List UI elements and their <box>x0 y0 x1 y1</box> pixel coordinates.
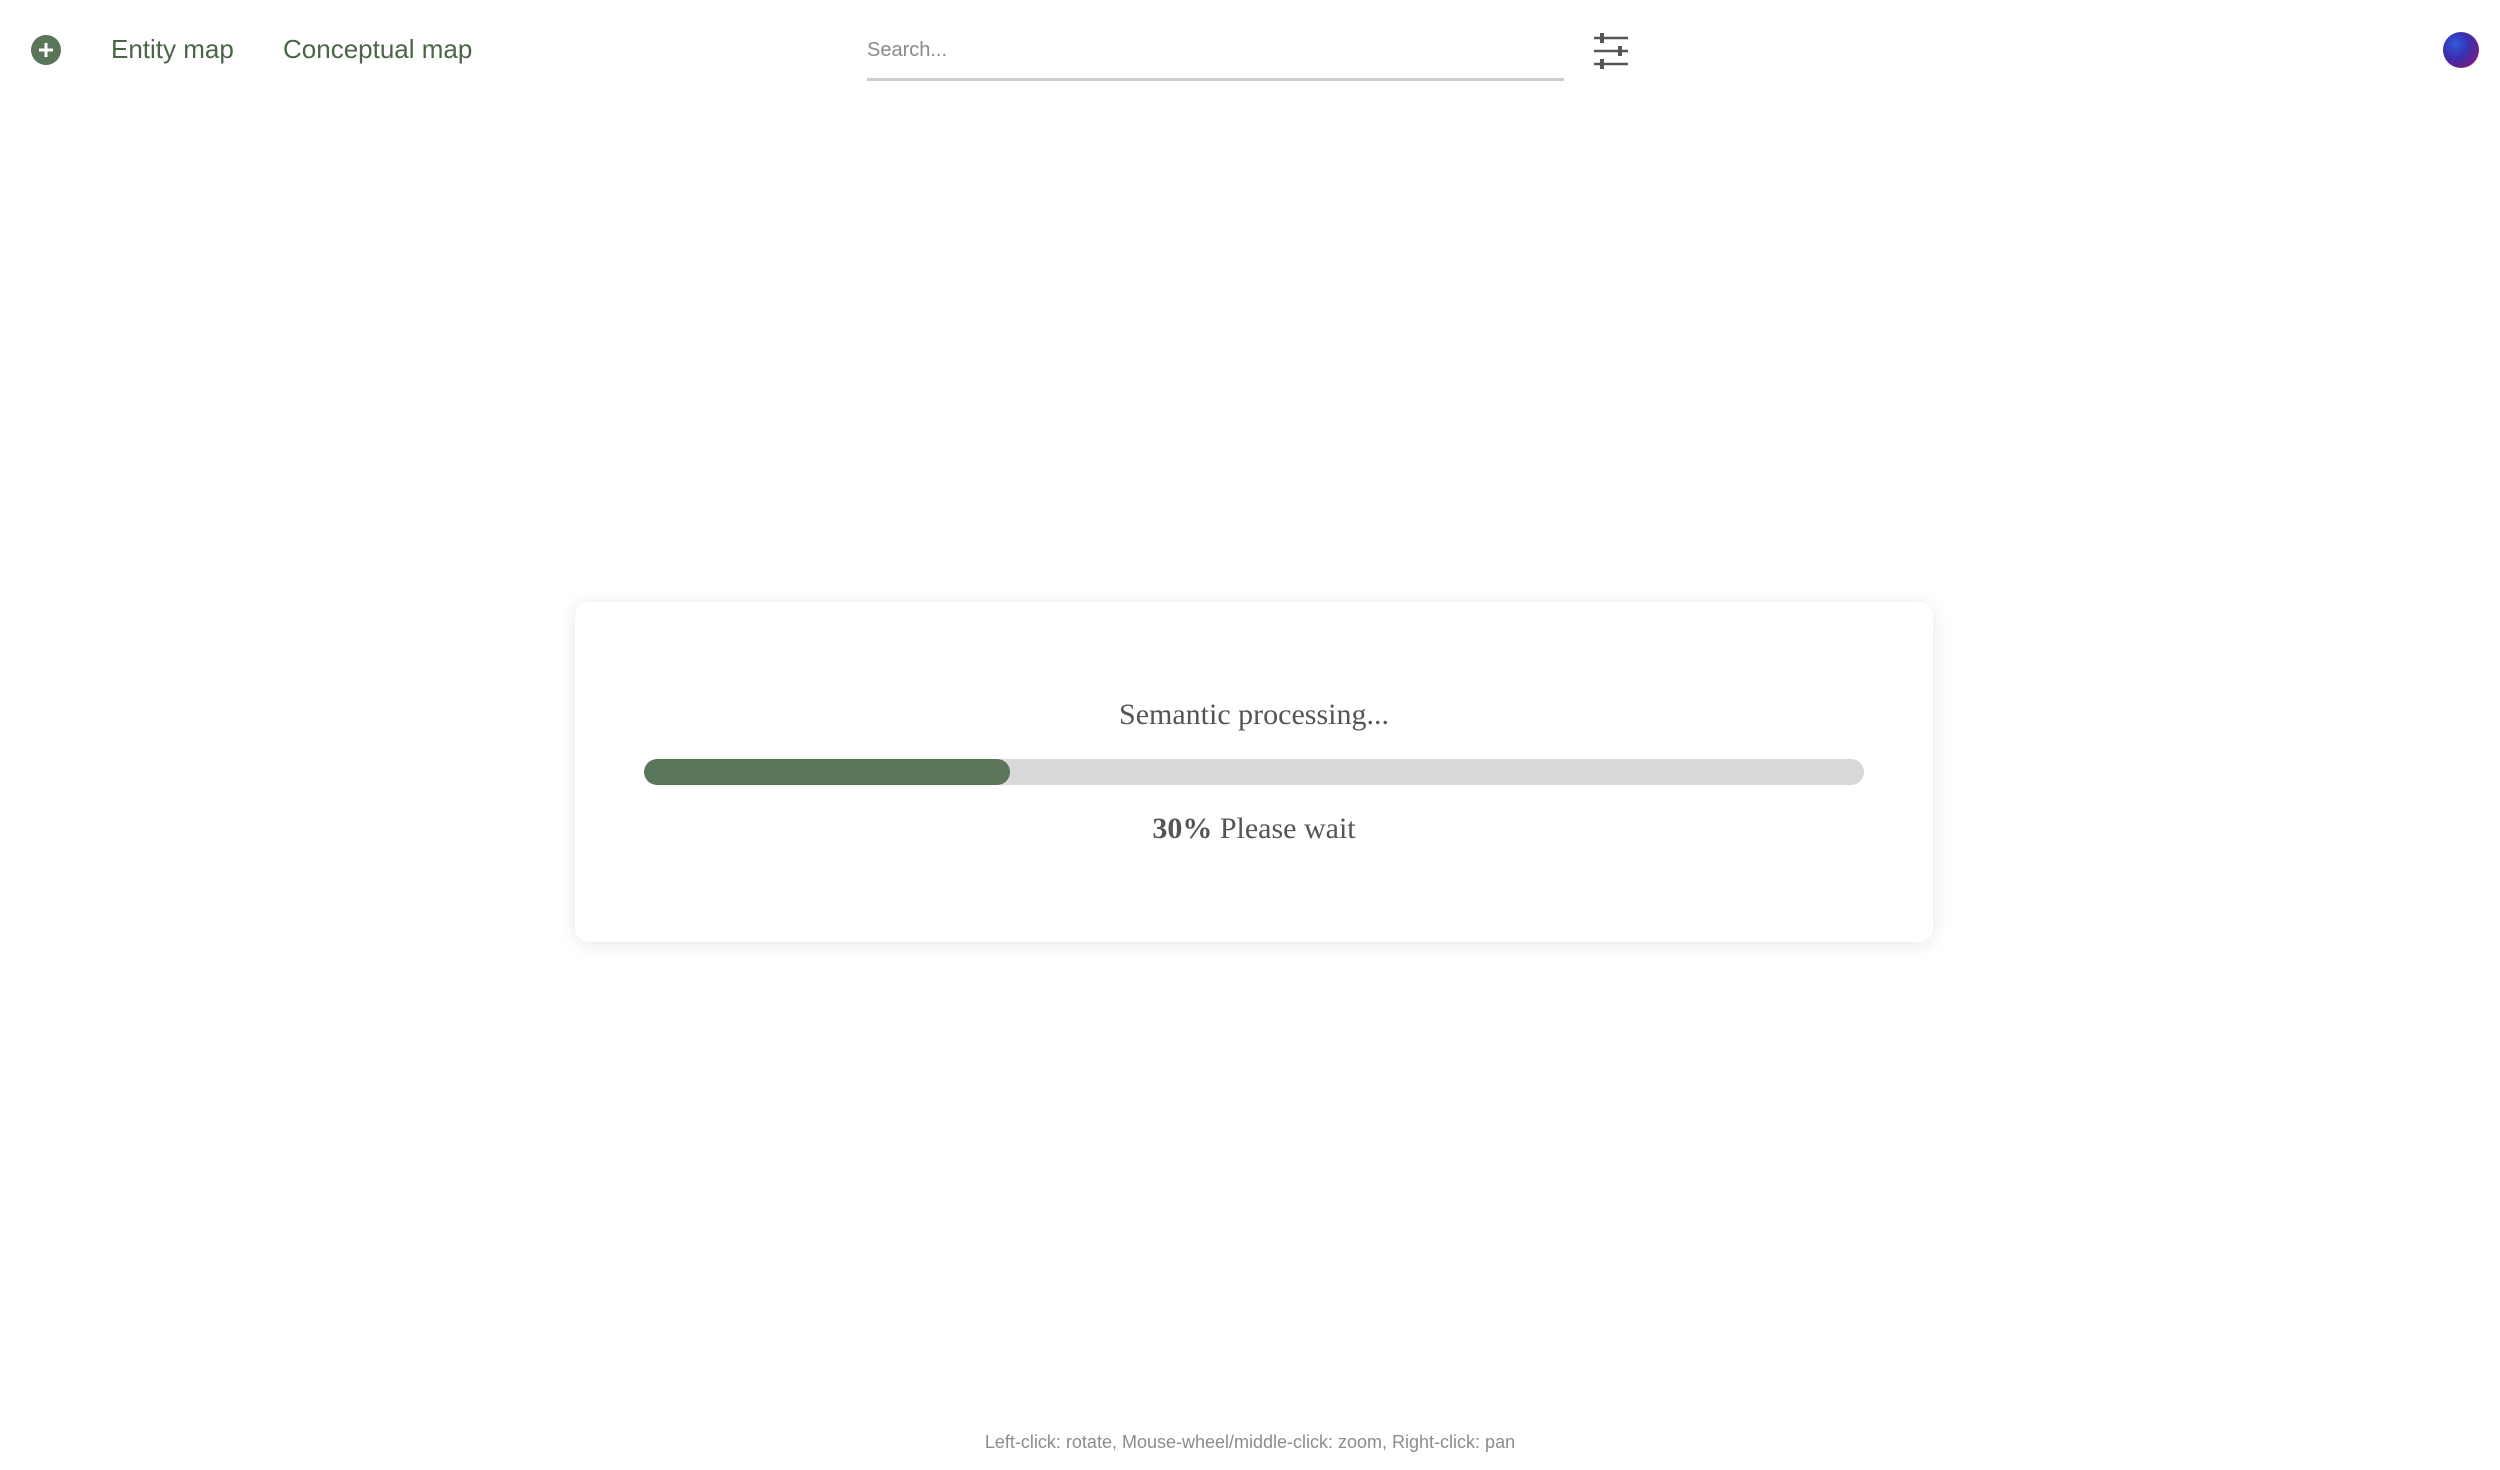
sliders-icon <box>1594 33 1628 69</box>
filter-button[interactable] <box>1592 32 1630 70</box>
progress-bar-fill <box>644 759 1010 785</box>
processing-dialog: Semantic processing... 30% Please wait <box>575 602 1933 942</box>
controls-hint: Left-click: rotate, Mouse-wheel/middle-c… <box>984 1432 1516 1452</box>
progress-status: 30% Please wait <box>575 812 1933 846</box>
progress-bar <box>644 759 1864 785</box>
top-bar: Entity map Conceptual map <box>0 0 2500 100</box>
add-button[interactable] <box>31 35 61 65</box>
dialog-title: Semantic processing... <box>1119 698 1389 731</box>
search-input[interactable] <box>867 28 1564 72</box>
progress-message: Please wait <box>1212 812 1356 845</box>
nav-conceptual-map[interactable]: Conceptual map <box>283 34 472 65</box>
nav-entity-map[interactable]: Entity map <box>111 34 234 65</box>
avatar[interactable] <box>2443 32 2479 68</box>
search-box <box>867 28 1564 81</box>
app-page: Entity map Conceptual map Semantic proce… <box>0 0 2500 1470</box>
progress-percent: 30% <box>1152 812 1213 845</box>
